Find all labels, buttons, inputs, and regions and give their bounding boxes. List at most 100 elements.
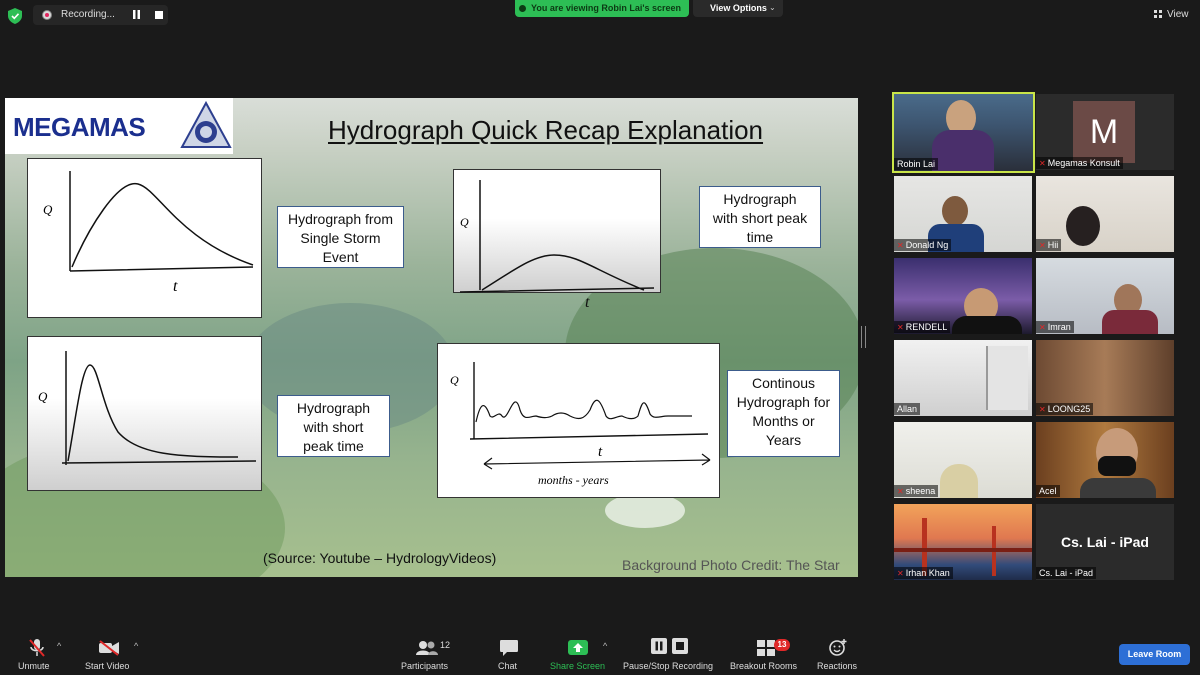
avatar [942,196,968,226]
q-label: Q [43,202,53,217]
participant-tile[interactable]: Robin Lai [892,92,1035,173]
participant-tile[interactable]: ✕ Imran [1036,258,1174,334]
participant-name: ✕ Imran [1036,321,1074,333]
avatar [1080,478,1156,498]
viewing-screen-text: You are viewing Robin Lai's screen [531,3,682,13]
participants-icon[interactable] [416,640,438,656]
avatar [940,464,978,498]
participant-name: Robin Lai [894,158,939,170]
stop-recording-icon[interactable] [155,11,163,19]
reactions-button[interactable]: Reactions [817,661,857,671]
muted-mic-icon: ✕ [1039,241,1046,250]
participant-tile[interactable]: Acel [1036,422,1174,498]
muted-mic-icon: ✕ [1039,405,1046,414]
caption-continuous: Continous Hydrograph for Months or Years [727,370,840,457]
avatar [1102,310,1158,334]
pause-stop-recording-icon[interactable] [651,638,689,654]
participant-name: ✕ sheena [894,485,939,497]
muted-mic-icon: ✕ [897,569,904,578]
shared-screen-slide: MEGAMAS Hydrograph Quick Recap Explanati… [5,98,858,577]
breakout-rooms-icon[interactable] [757,640,775,656]
months-years-label: months - years [538,473,609,487]
participant-name: ✕ Hii [1036,239,1062,251]
view-options-label: View Options [710,3,767,13]
q-label: Q [460,215,469,229]
participant-tile[interactable]: Allan [894,340,1032,416]
hydrograph-curve: Q t [43,171,254,295]
company-emblem-icon [180,101,232,148]
share-options-chevron-icon[interactable]: ^ [603,641,607,651]
slide-source: (Source: Youtube – HydrologyVideos) [263,550,497,566]
recording-label: Recording... [61,9,115,20]
participant-name: ✕ Donald Ng [894,239,952,251]
participant-name: Acel [1036,485,1060,497]
participant-name: ✕ Megamas Konsult [1036,157,1123,169]
participant-tile[interactable]: ✕ Irhan Khan [894,504,1032,580]
hydrograph-curve: Q [459,180,655,293]
participant-tile[interactable]: ✕ LOONG25 [1036,340,1174,416]
participants-count: 12 [440,640,451,650]
muted-mic-icon: ✕ [897,323,904,332]
participant-name: ✕ LOONG25 [1036,403,1094,415]
participant-tile[interactable]: ✕ Donald Ng [894,176,1032,252]
t-label: t [598,444,603,460]
hydrograph-short-peak: Q [27,336,262,491]
participant-tile[interactable]: ✕ sheena [894,422,1032,498]
grid-view-icon[interactable] [1154,10,1162,18]
muted-mic-icon: ✕ [1039,159,1046,168]
panel-resize-handle[interactable] [861,326,866,348]
video-off-icon[interactable] [98,640,120,656]
reactions-icon[interactable] [828,638,848,656]
muted-mic-icon: ✕ [897,487,904,496]
avatar: M [1073,101,1135,163]
hydrograph-continuous: Q t months - years [437,343,720,498]
t-label: t [585,294,590,311]
start-video-button[interactable]: Start Video [85,661,129,671]
participant-name: Allan [894,403,921,415]
chat-button[interactable]: Chat [498,661,517,671]
hydrograph-single-storm: Q t [27,158,262,318]
participant-name: ✕ RENDELL [894,321,951,333]
participant-tile[interactable]: Cs. Lai - iPad Cs. Lai - iPad [1036,504,1174,580]
chat-icon[interactable] [499,639,519,657]
room-shelf [986,346,1028,410]
audio-options-chevron-icon[interactable]: ^ [57,641,61,651]
participant-tile[interactable]: ✕ Hii [1036,176,1174,252]
bridge-deck [894,548,1032,552]
face-mask [1098,456,1136,476]
participant-tile[interactable]: ✕ RENDELL [894,258,1032,334]
muted-mic-icon: ✕ [897,241,904,250]
security-shield-icon[interactable] [8,8,22,24]
caption-short-peak-bottom: Hydrograph with short peak time [277,395,390,457]
hydrograph-top-right: Q [453,169,661,293]
unmute-button[interactable]: Unmute [18,661,50,671]
q-label: Q [38,389,48,404]
video-options-chevron-icon[interactable]: ^ [134,641,138,651]
participant-tile[interactable]: M ✕ Megamas Konsult [1036,94,1174,170]
hydrograph-curve: Q t months - years [450,362,711,487]
hydrograph-curve: Q [38,351,257,465]
avatar [932,130,994,171]
muted-mic-icon: ✕ [1039,323,1046,332]
participants-button[interactable]: Participants [401,661,448,671]
share-screen-icon[interactable] [568,640,588,655]
leave-room-button[interactable]: Leave Room [1119,644,1190,665]
pause-stop-recording-button[interactable]: Pause/Stop Recording [623,661,713,671]
share-screen-button[interactable]: Share Screen [550,661,605,671]
screen-share-icon [519,5,526,12]
muted-mic-icon[interactable] [28,638,46,658]
recording-dot-icon [42,10,52,20]
q-label: Q [450,373,459,387]
participant-name: ✕ Irhan Khan [894,567,953,579]
chevron-down-icon: ⌄ [769,3,776,12]
participant-display-name: Cs. Lai - iPad [1061,534,1149,550]
avatar [1066,206,1100,246]
slide-title: Hydrograph Quick Recap Explanation [328,115,764,145]
view-button[interactable]: View [1167,9,1189,20]
caption-short-peak-top: Hydrograph with short peak time [699,186,821,248]
t-label: t [173,278,178,295]
pause-recording-icon[interactable] [132,10,141,19]
avatar [952,316,1022,334]
breakout-rooms-badge: 13 [774,639,790,651]
breakout-rooms-button[interactable]: Breakout Rooms [730,661,797,671]
